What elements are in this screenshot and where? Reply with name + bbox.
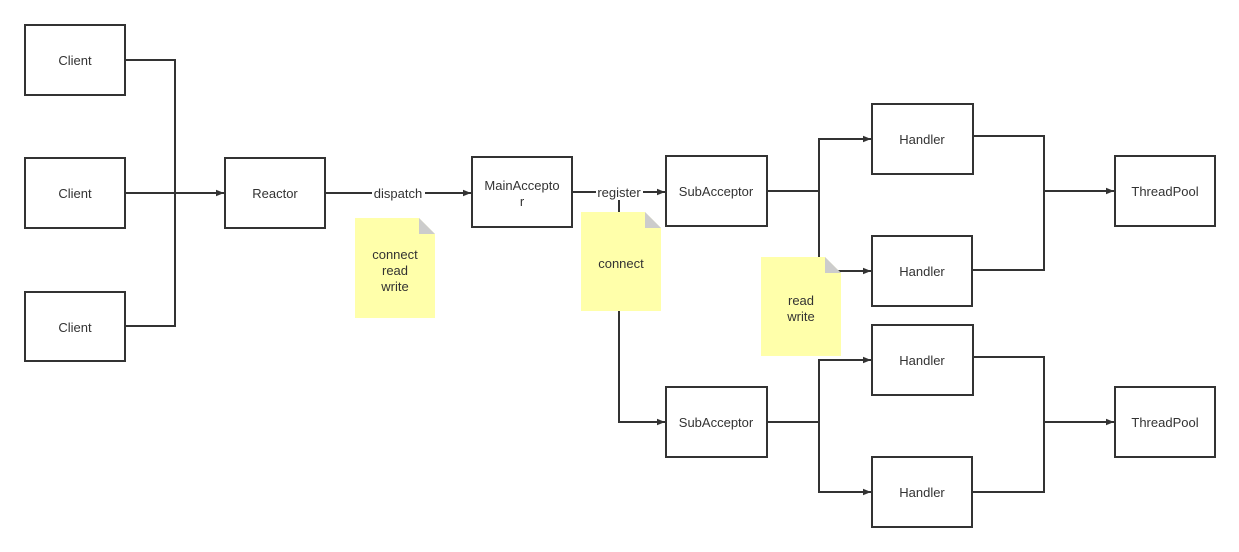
threadpool-node-2[interactable]: ThreadPool bbox=[1114, 386, 1216, 458]
main-acceptor-label-line1: MainAccepto bbox=[484, 178, 559, 193]
note-line: connect bbox=[372, 247, 418, 262]
edge-handler3-threadpool2[interactable] bbox=[973, 356, 1045, 422]
edge-label-dispatch: dispatch bbox=[372, 185, 425, 201]
architecture-diagram: dispatch register Client Client Client R… bbox=[24, 24, 1216, 528]
note-line: connect bbox=[598, 256, 644, 271]
dispatch-label: dispatch bbox=[374, 186, 422, 201]
note-reactor-events[interactable]: connect read write bbox=[355, 218, 435, 318]
note-subacceptor-events[interactable]: read write bbox=[761, 257, 841, 356]
sub-acceptor-label: SubAcceptor bbox=[679, 415, 754, 430]
client-label: Client bbox=[58, 320, 92, 335]
handler-label: Handler bbox=[899, 264, 945, 279]
client-node-1[interactable]: Client bbox=[24, 24, 126, 96]
sub-acceptor-node-2[interactable]: SubAcceptor bbox=[665, 386, 768, 458]
client-label: Client bbox=[58, 186, 92, 201]
edge-client1-reactor[interactable] bbox=[125, 59, 176, 193]
note-acceptor-events[interactable]: connect bbox=[581, 212, 661, 311]
sub-acceptor-label: SubAcceptor bbox=[679, 184, 754, 199]
handler-node-1[interactable]: Handler bbox=[871, 103, 974, 175]
edge-handler4-threadpool2[interactable] bbox=[973, 418, 1114, 493]
threadpool-label: ThreadPool bbox=[1131, 415, 1198, 430]
handler-label: Handler bbox=[899, 132, 945, 147]
sub-acceptor-node-1[interactable]: SubAcceptor bbox=[665, 155, 768, 227]
main-acceptor-label-line2: r bbox=[520, 194, 525, 209]
main-acceptor-node[interactable]: MainAccepto r bbox=[471, 156, 573, 228]
threadpool-label: ThreadPool bbox=[1131, 184, 1198, 199]
reactor-node[interactable]: Reactor bbox=[224, 157, 326, 229]
note-line: read bbox=[382, 263, 408, 278]
note-line: read bbox=[788, 293, 814, 308]
register-label: register bbox=[597, 185, 641, 200]
reactor-label: Reactor bbox=[252, 186, 298, 201]
client-node-2[interactable]: Client bbox=[24, 157, 126, 229]
client-node-3[interactable]: Client bbox=[24, 291, 126, 362]
edge-handler1-threadpool1[interactable] bbox=[973, 135, 1045, 191]
handler-label: Handler bbox=[899, 485, 945, 500]
note-line: write bbox=[786, 309, 814, 324]
edge-subacceptor2-handler4[interactable] bbox=[818, 422, 871, 496]
edge-label-register: register bbox=[596, 184, 643, 200]
edge-handler2-threadpool1[interactable] bbox=[973, 187, 1114, 271]
handler-node-2[interactable]: Handler bbox=[871, 235, 973, 307]
handler-node-3[interactable]: Handler bbox=[871, 324, 974, 396]
edge-client3-reactor[interactable] bbox=[125, 193, 176, 327]
handler-label: Handler bbox=[899, 353, 945, 368]
handler-node-4[interactable]: Handler bbox=[871, 456, 973, 528]
note-line: write bbox=[380, 279, 408, 294]
threadpool-node-1[interactable]: ThreadPool bbox=[1114, 155, 1216, 227]
edge-subacceptor1-handler1[interactable] bbox=[767, 135, 871, 192]
edge-subacceptor2-handler3[interactable] bbox=[767, 356, 871, 423]
client-label: Client bbox=[58, 53, 92, 68]
